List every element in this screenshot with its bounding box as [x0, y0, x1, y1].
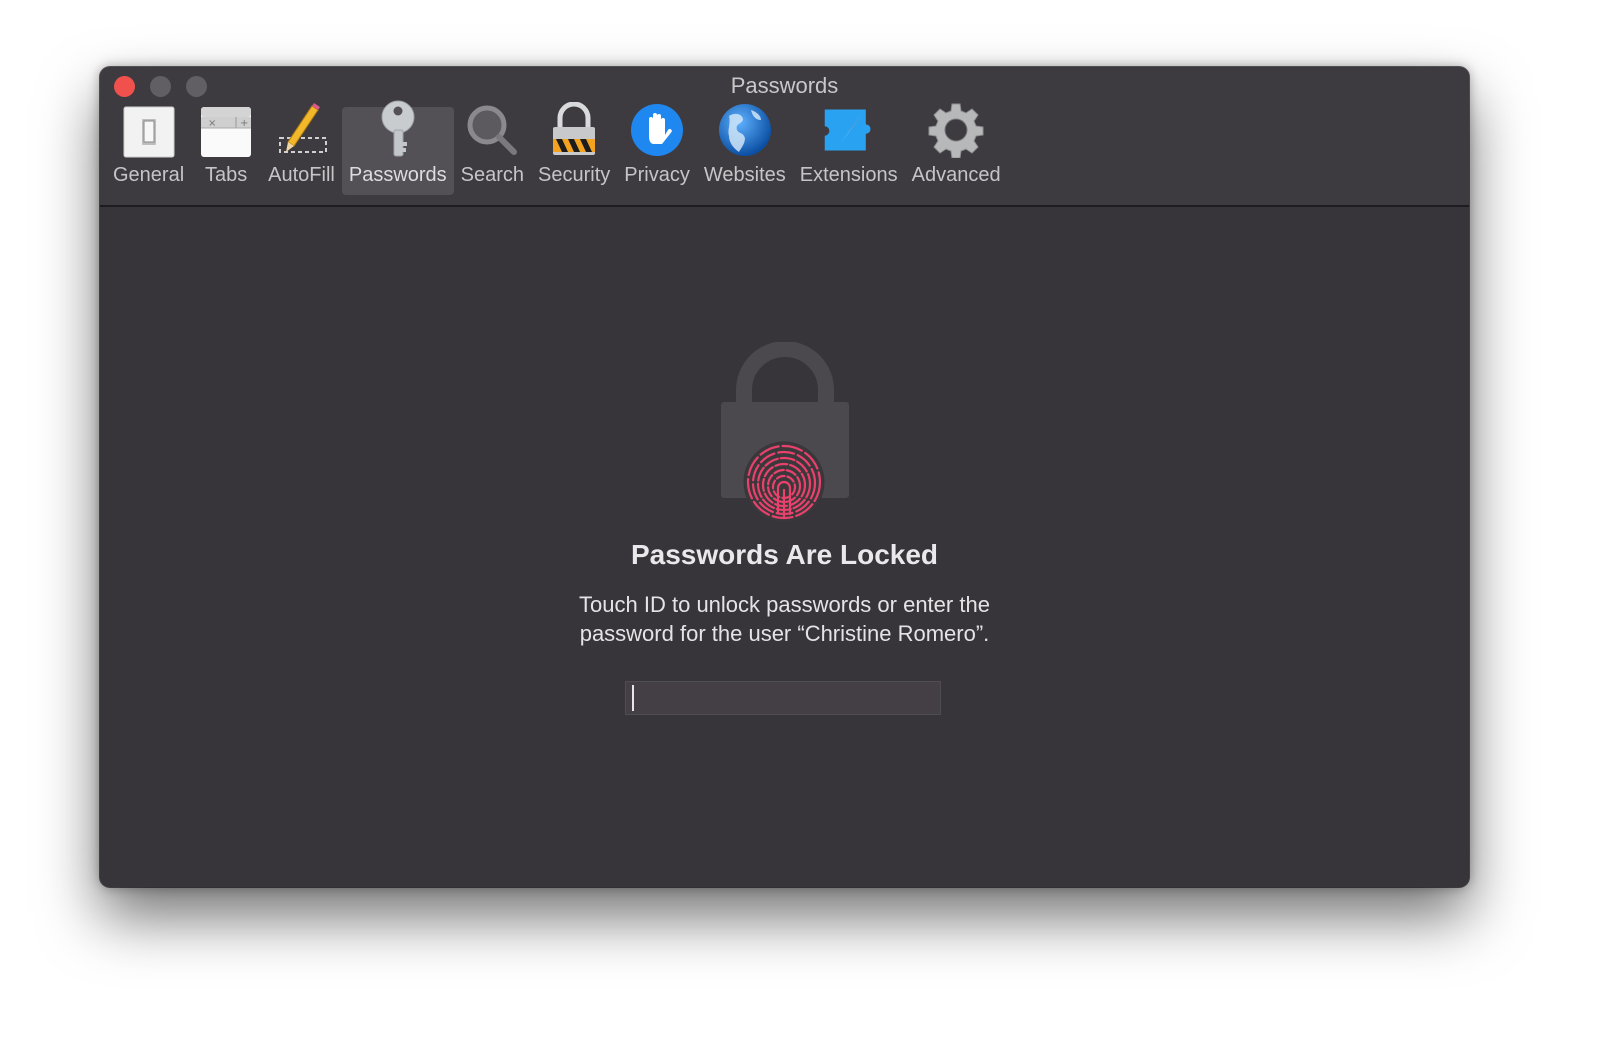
globe-icon	[717, 102, 773, 158]
key-icon	[370, 100, 426, 158]
tab-advanced[interactable]: Advanced	[905, 103, 1008, 195]
tabs-icon: × +	[198, 106, 254, 158]
preferences-toolbar: General × + Tabs AutoFill Passwords Sear…	[106, 100, 1008, 203]
tab-label: Advanced	[911, 164, 1001, 186]
tab-tabs[interactable]: × + Tabs	[191, 107, 261, 195]
titlebar: Passwords General × + Tabs AutoFill Pass…	[100, 67, 1469, 207]
svg-text:+: +	[240, 118, 248, 129]
tab-websites[interactable]: Websites	[697, 104, 793, 195]
tab-label: General	[113, 164, 185, 186]
tab-label: Tabs	[205, 164, 248, 186]
tab-extensions[interactable]: Extensions	[793, 107, 905, 195]
passwords-pane: Passwords Are Locked Touch ID to unlock …	[100, 207, 1469, 887]
window-title: Passwords	[730, 73, 839, 98]
tab-label: Security	[538, 164, 611, 186]
tab-label: Privacy	[624, 164, 690, 186]
description-line: Touch ID to unlock passwords or enter th…	[579, 592, 990, 617]
touch-id-lock-icon	[720, 341, 850, 523]
tab-label: AutoFill	[268, 164, 335, 186]
tab-label: Passwords	[348, 164, 447, 186]
description-line: password for the user “Christine Romero”…	[579, 621, 990, 646]
locked-description: Touch ID to unlock passwords or enter th…	[100, 590, 1469, 648]
tab-label: Websites	[703, 164, 786, 186]
tab-privacy[interactable]: Privacy	[617, 104, 697, 195]
tab-general[interactable]: General	[106, 106, 191, 195]
pencil-icon	[274, 102, 330, 158]
switch-icon	[121, 106, 177, 158]
tab-label: Extensions	[799, 164, 898, 186]
locked-heading: Passwords Are Locked	[630, 539, 939, 570]
tab-label: Search	[460, 164, 525, 186]
hand-icon	[629, 102, 685, 158]
password-field[interactable]	[625, 681, 941, 715]
magnifier-icon	[464, 102, 520, 158]
padlock-icon	[546, 102, 602, 158]
tab-security[interactable]: Security	[531, 102, 617, 195]
svg-text:×: ×	[208, 118, 216, 129]
text-caret	[632, 685, 634, 711]
puzzle-compass-icon	[821, 102, 877, 158]
tab-autofill[interactable]: AutoFill	[261, 103, 342, 195]
gear-icon	[928, 102, 984, 158]
tab-passwords[interactable]: Passwords	[341, 100, 454, 195]
tab-search[interactable]: Search	[454, 105, 531, 195]
preferences-window: Passwords General × + Tabs AutoFill Pass…	[100, 67, 1469, 887]
